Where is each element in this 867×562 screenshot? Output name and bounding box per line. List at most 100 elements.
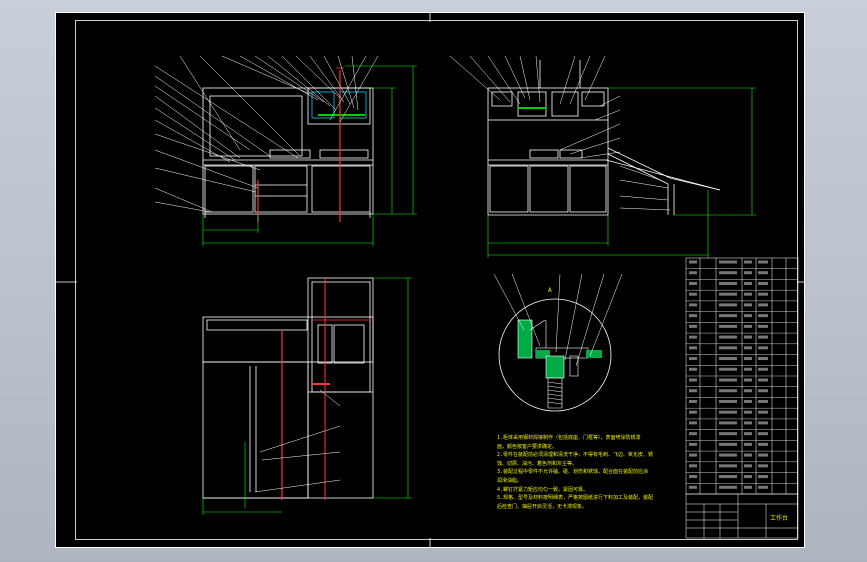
bom-cell-text <box>719 303 737 307</box>
note-line: 后检查门、抽屉开启灵活，无卡滞现象。 <box>497 503 588 510</box>
drawing-sheet-background <box>55 12 805 548</box>
note-line: 5.规格、型号及材料按明细表，严格按图纸进行下料加工及装配，装配 <box>497 495 654 502</box>
bom-cell-text <box>719 346 737 350</box>
bom-cell-text <box>689 399 697 403</box>
bom-cell-text <box>719 324 737 328</box>
bom-cell-text <box>758 453 768 457</box>
bom-cell-text <box>689 464 697 468</box>
bom-cell-text <box>719 485 737 489</box>
bom-cell-text <box>689 335 697 339</box>
bom-cell-text <box>744 281 752 285</box>
cad-drawing-sheet: A 工作台 <box>55 12 805 548</box>
bom-cell-text <box>689 453 697 457</box>
bom-cell-text <box>758 292 768 296</box>
technical-requirements-notes: 1.柜体采用钢材焊接制作（包括底座、门框等），表面喷涂防锈漆 面，颜色按客户要求… <box>497 434 672 511</box>
bom-cell-text <box>758 378 768 382</box>
bom-cell-text <box>719 442 737 446</box>
bom-cell-text <box>758 346 768 350</box>
bom-cell-text <box>744 410 752 414</box>
bom-cell-text <box>689 271 697 275</box>
bom-cell-text <box>744 335 752 339</box>
bom-cell-text <box>689 475 697 479</box>
bom-cell-text <box>719 432 737 436</box>
bom-cell-text <box>744 464 752 468</box>
note-line: 2.零件在装配前必须清理和清洗干净，不得有毛刺、飞边、氧化皮、锈 <box>497 452 654 459</box>
bom-cell-text <box>689 432 697 436</box>
bom-cell-text <box>758 432 768 436</box>
bom-cell-text <box>689 292 697 296</box>
bom-cell-text <box>744 421 752 425</box>
bom-cell-text <box>758 399 768 403</box>
bom-cell-text <box>744 378 752 382</box>
bom-cell-text <box>744 367 752 371</box>
bom-cell-text <box>758 485 768 489</box>
bom-cell-text <box>689 357 697 361</box>
bom-cell-text <box>689 485 697 489</box>
note-line: 面，颜色按客户要求确定。 <box>497 443 558 450</box>
bom-cell-text <box>758 314 768 318</box>
bom-cell-text <box>744 346 752 350</box>
bom-cell-text <box>719 314 737 318</box>
bom-cell-text <box>758 421 768 425</box>
bom-cell-text <box>719 260 737 264</box>
bom-cell-text <box>719 335 737 339</box>
bom-cell-text <box>689 367 697 371</box>
bom-cell-text <box>744 399 752 403</box>
bom-cell-text <box>719 292 737 296</box>
bom-table-rows <box>686 268 798 484</box>
detail-view-label: A <box>548 287 552 294</box>
bom-cell-text <box>758 260 768 264</box>
bom-cell-text <box>744 292 752 296</box>
bom-cell-text <box>689 421 697 425</box>
bom-cell-text <box>758 271 768 275</box>
bom-cell-text <box>758 357 768 361</box>
bom-cell-text <box>744 389 752 393</box>
bom-cell-text <box>758 475 768 479</box>
bom-cell-text <box>758 335 768 339</box>
bom-cell-text <box>689 410 697 414</box>
bom-cell-text <box>689 303 697 307</box>
bom-cell-text <box>719 281 737 285</box>
bom-cell-text <box>719 367 737 371</box>
note-line: 蚀、切屑、油污、着色剂和灰尘等。 <box>497 460 578 467</box>
bom-cell-text <box>758 389 768 393</box>
bom-cell-text <box>719 271 737 275</box>
bom-cell-text <box>689 389 697 393</box>
bom-cell-text <box>744 324 752 328</box>
bom-cell-text <box>744 442 752 446</box>
note-line: 4.螺钉拧紧力矩应均匀一致，紧固可靠。 <box>497 486 589 493</box>
bom-cell-text <box>719 464 737 468</box>
bom-cell-text <box>758 464 768 468</box>
bom-cell-text <box>744 432 752 436</box>
bom-cell-text <box>719 453 737 457</box>
note-line: 3.装配过程中零件不允许磕、碰、划伤和锈蚀，配合面在装配前应涂 <box>497 469 649 476</box>
bom-cell-text <box>744 314 752 318</box>
bom-cell-text <box>744 357 752 361</box>
cad-viewport[interactable]: A 工作台 1.柜体采用钢材焊接制作（包括底座、门框等），表面喷涂防锈漆 面，颜… <box>0 0 867 562</box>
bom-cell-text <box>758 303 768 307</box>
bom-cell-text <box>689 260 697 264</box>
bom-cell-text <box>744 475 752 479</box>
bom-cell-text <box>758 281 768 285</box>
bom-cell-text <box>689 442 697 446</box>
note-line: 润滑油脂。 <box>497 477 523 484</box>
bom-cell-text <box>689 314 697 318</box>
note-line: 1.柜体采用钢材焊接制作（包括底座、门框等），表面喷涂防锈漆 <box>497 435 641 441</box>
bom-cell-text <box>719 357 737 361</box>
bom-cell-text <box>689 346 697 350</box>
bom-cell-text <box>719 475 737 479</box>
bom-cell-text <box>719 399 737 403</box>
bom-cell-text <box>758 324 768 328</box>
title-block-drawing-name: 工作台 <box>770 514 788 522</box>
bom-cell-text <box>744 260 752 264</box>
bom-cell-text <box>719 389 737 393</box>
bom-cell-text <box>744 485 752 489</box>
bom-cell-text <box>689 281 697 285</box>
bom-cell-text <box>744 271 752 275</box>
bom-cell-text <box>719 378 737 382</box>
bom-cell-text <box>689 378 697 382</box>
bom-cell-text <box>719 410 737 414</box>
bom-cell-text <box>758 367 768 371</box>
bom-cell-text <box>758 410 768 414</box>
bom-cell-text <box>719 421 737 425</box>
